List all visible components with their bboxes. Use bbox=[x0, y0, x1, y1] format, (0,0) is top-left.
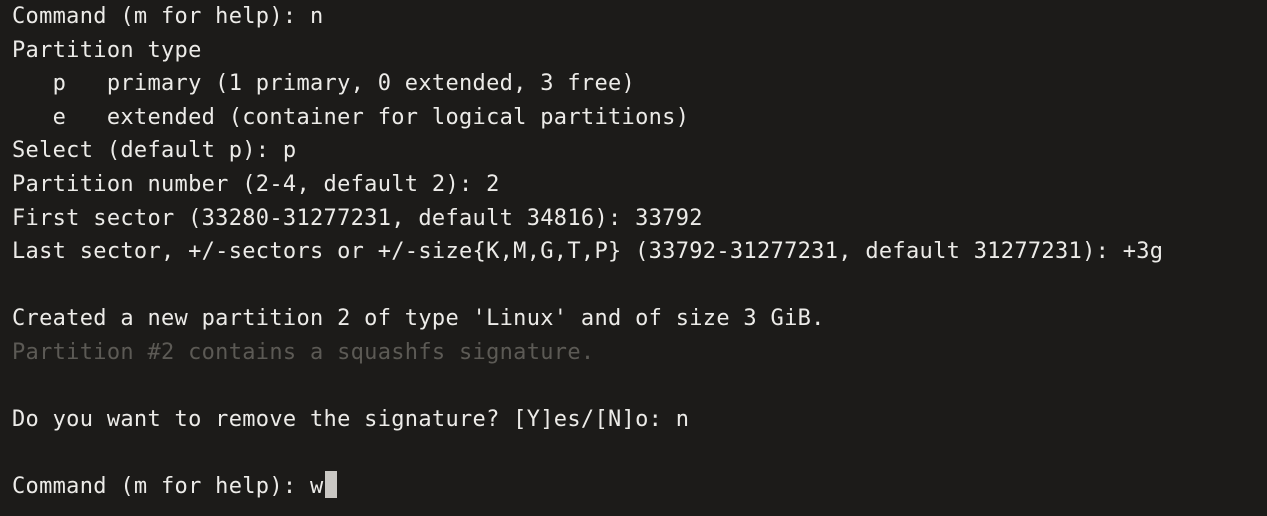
line-text: Partition #2 contains a squashfs signatu… bbox=[12, 339, 595, 365]
terminal-line-14 bbox=[12, 437, 1267, 471]
terminal-prompt-line[interactable]: Command (m for help): w bbox=[12, 470, 1267, 504]
terminal-window[interactable]: Command (m for help): n Partition type p… bbox=[0, 0, 1267, 516]
terminal-line-12 bbox=[12, 370, 1267, 404]
line-text: p primary (1 primary, 0 extended, 3 free… bbox=[12, 71, 636, 97]
line-text: Partition type bbox=[12, 37, 202, 63]
line-text: Command (m for help): n bbox=[12, 4, 324, 29]
prompt-text: Command (m for help): w bbox=[12, 474, 324, 500]
terminal-line-6: Partition number (2-4, default 2): 2 bbox=[12, 168, 1267, 202]
line-text: First sector (33280-31277231, default 34… bbox=[12, 205, 703, 231]
line-text: Select (default p): p bbox=[12, 138, 297, 164]
line-text: e extended (container for logical partit… bbox=[12, 104, 690, 130]
line-text: Created a new partition 2 of type 'Linux… bbox=[12, 306, 825, 332]
cursor-block-icon bbox=[324, 471, 337, 499]
line-text: Partition number (2-4, default 2): 2 bbox=[12, 171, 500, 197]
terminal-line-7: First sector (33280-31277231, default 34… bbox=[12, 202, 1267, 236]
terminal-line-9 bbox=[12, 269, 1267, 303]
terminal-line-3: p primary (1 primary, 0 extended, 3 free… bbox=[12, 67, 1267, 101]
terminal-line-2: Partition type bbox=[12, 34, 1267, 68]
terminal-line-11-warning: Partition #2 contains a squashfs signatu… bbox=[12, 336, 1267, 370]
line-text: Do you want to remove the signature? [Y]… bbox=[12, 407, 690, 433]
terminal-line-13: Do you want to remove the signature? [Y]… bbox=[12, 403, 1267, 437]
terminal-line-10: Created a new partition 2 of type 'Linux… bbox=[12, 302, 1267, 336]
terminal-line-1: Command (m for help): n bbox=[12, 0, 1267, 34]
line-text: Last sector, +/-sectors or +/-size{K,M,G… bbox=[12, 239, 1164, 265]
terminal-line-4: e extended (container for logical partit… bbox=[12, 101, 1267, 135]
terminal-line-5: Select (default p): p bbox=[12, 134, 1267, 168]
terminal-line-8: Last sector, +/-sectors or +/-size{K,M,G… bbox=[12, 235, 1267, 269]
